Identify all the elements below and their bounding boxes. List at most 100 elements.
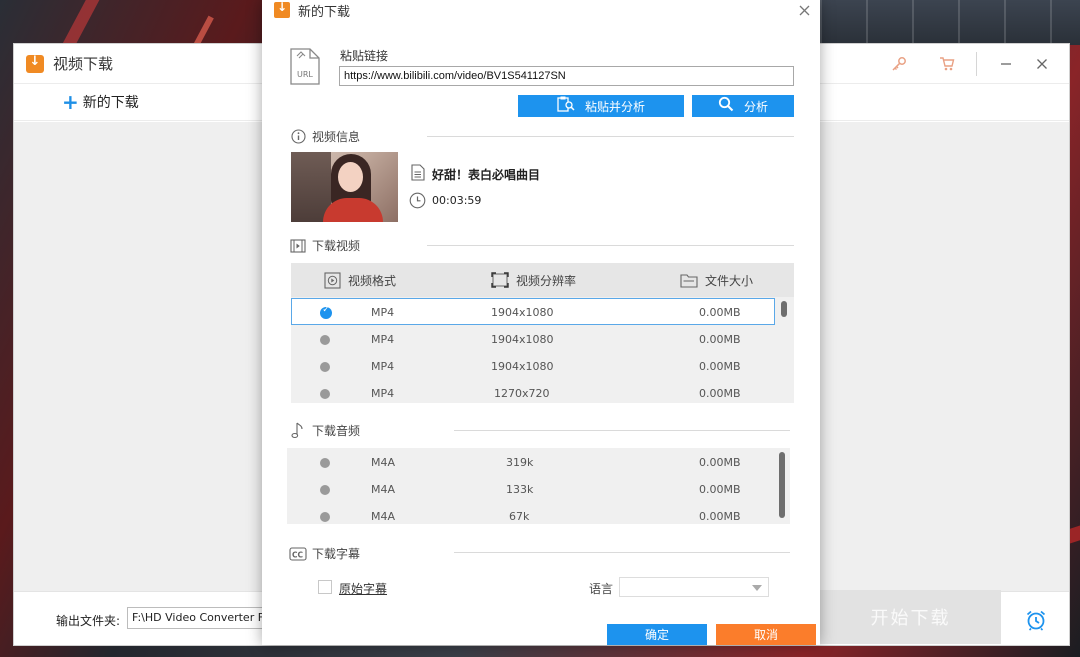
new-download-label: 新的下载 (82, 95, 139, 111)
video-title: 好甜！表白必唱曲目 (432, 168, 541, 182)
download-video-label: 下载视频 (312, 239, 361, 253)
search-icon (718, 96, 734, 116)
ok-button[interactable]: 确定 (607, 624, 707, 645)
video-format-icon (322, 271, 342, 289)
row-bitrate: 319k (506, 456, 534, 469)
cancel-button[interactable]: 取消 (716, 624, 816, 645)
row-size: 0.00MB (699, 456, 741, 469)
audio-format-table: M4A 319k 0.00MB M4A 133k 0.00MB M4A 67k … (287, 448, 790, 524)
header-resolution-label: 视频分辨率 (516, 273, 577, 288)
wallpaper-building (820, 0, 1080, 45)
svg-text:URL: URL (297, 70, 313, 79)
radio-off-icon (320, 457, 330, 468)
header-file-size: 文件大小 (679, 263, 753, 297)
close-icon[interactable] (1027, 49, 1057, 79)
video-table-row[interactable]: MP4 1904x1080 0.00MB (291, 298, 775, 325)
minimize-icon[interactable] (991, 49, 1021, 79)
video-info-heading: 视频信息 (289, 128, 360, 145)
section-divider (427, 136, 794, 137)
row-size: 0.00MB (699, 333, 741, 346)
download-logo-icon (274, 0, 290, 18)
row-size: 0.00MB (699, 306, 741, 319)
row-bitrate: 133k (506, 483, 534, 496)
header-video-format: 视频格式 (322, 263, 396, 297)
radio-off-icon (320, 511, 330, 522)
row-format: MP4 (371, 360, 395, 373)
checked-icon (320, 305, 332, 319)
video-table-scrollbar[interactable] (781, 298, 787, 403)
row-size: 0.00MB (699, 387, 741, 400)
row-radio[interactable] (320, 503, 330, 524)
download-subtitle-heading: CC 下载字幕 (289, 545, 360, 562)
scrollbar-thumb[interactable] (779, 452, 785, 518)
video-info-label: 视频信息 (312, 130, 361, 144)
original-subtitle-label[interactable]: 原始字幕 (339, 580, 387, 597)
row-format: M4A (371, 456, 396, 469)
row-size: 0.00MB (699, 483, 741, 496)
plus-icon: + (62, 90, 79, 114)
download-audio-heading: 下载音频 (289, 422, 360, 439)
video-table-row[interactable]: MP4 1904x1080 0.00MB (291, 326, 775, 353)
paste-and-analyze-label: 粘贴并分析 (584, 99, 645, 114)
info-icon (289, 129, 307, 145)
paste-and-analyze-button[interactable]: 粘贴并分析 (518, 95, 684, 117)
folder-icon (679, 271, 699, 289)
film-icon (289, 238, 307, 254)
url-file-icon: URL (288, 48, 322, 86)
output-folder-label: 输出文件夹: (56, 614, 121, 628)
cc-icon: CC (289, 546, 307, 562)
language-select[interactable] (619, 577, 769, 597)
cart-icon[interactable] (932, 49, 962, 79)
radio-off-icon (320, 388, 330, 399)
header-file-size-label: 文件大小 (705, 273, 754, 288)
radio-off-icon (320, 334, 330, 345)
row-format: MP4 (371, 387, 395, 400)
row-format: MP4 (371, 306, 395, 319)
dialog-title: 新的下载 (298, 4, 351, 20)
row-resolution: 1904x1080 (491, 360, 554, 373)
row-size: 0.00MB (699, 510, 741, 523)
row-resolution: 1904x1080 (491, 333, 554, 346)
download-audio-label: 下载音频 (312, 424, 361, 438)
row-bitrate: 67k (509, 510, 530, 523)
thumbnail-body (323, 198, 383, 222)
scrollbar-thumb[interactable] (781, 301, 787, 317)
audio-table-row[interactable]: M4A 319k 0.00MB (287, 449, 771, 476)
language-label: 语言 (589, 582, 614, 596)
row-radio[interactable] (320, 326, 330, 353)
row-format: M4A (371, 483, 396, 496)
new-download-button[interactable]: + 新的下载 (62, 92, 139, 112)
download-logo-icon (26, 54, 44, 73)
row-resolution: 1270x720 (494, 387, 550, 400)
radio-off-icon (320, 484, 330, 495)
output-folder-field[interactable]: F:\HD Video Converter Factory (127, 607, 277, 629)
alarm-clock-icon[interactable] (1021, 605, 1051, 635)
analyze-button[interactable]: 分析 (692, 95, 794, 117)
row-radio[interactable] (320, 353, 330, 380)
audio-table-scrollbar[interactable] (779, 448, 785, 524)
main-window-title: 视频下载 (53, 55, 114, 73)
audio-table-row[interactable]: M4A 133k 0.00MB (287, 476, 771, 503)
row-radio[interactable] (320, 476, 330, 503)
clock-icon (408, 191, 426, 209)
url-input[interactable] (339, 66, 794, 86)
row-radio[interactable] (320, 380, 330, 403)
audio-table-row[interactable]: M4A 67k 0.00MB (287, 503, 771, 524)
original-subtitle-checkbox[interactable] (318, 580, 332, 594)
video-table-row[interactable]: MP4 1904x1080 0.00MB (291, 353, 775, 380)
header-resolution: 视频分辨率 (490, 263, 576, 297)
titlebar-controls (884, 44, 1069, 84)
row-radio[interactable] (320, 449, 330, 476)
key-icon[interactable] (884, 49, 914, 79)
row-radio[interactable] (320, 299, 332, 326)
section-divider (454, 552, 790, 553)
video-table-row[interactable]: MP4 1270x720 0.00MB (291, 380, 775, 403)
close-icon[interactable] (794, 0, 814, 20)
titlebar-separator (976, 52, 977, 76)
start-download-button[interactable]: 开始下载 (820, 590, 1001, 644)
dialog-titlebar: 新的下载 (262, 0, 820, 20)
resolution-icon (490, 271, 510, 289)
row-format: MP4 (371, 333, 395, 346)
svg-text:CC: CC (292, 550, 304, 559)
thumbnail-face (338, 162, 363, 192)
